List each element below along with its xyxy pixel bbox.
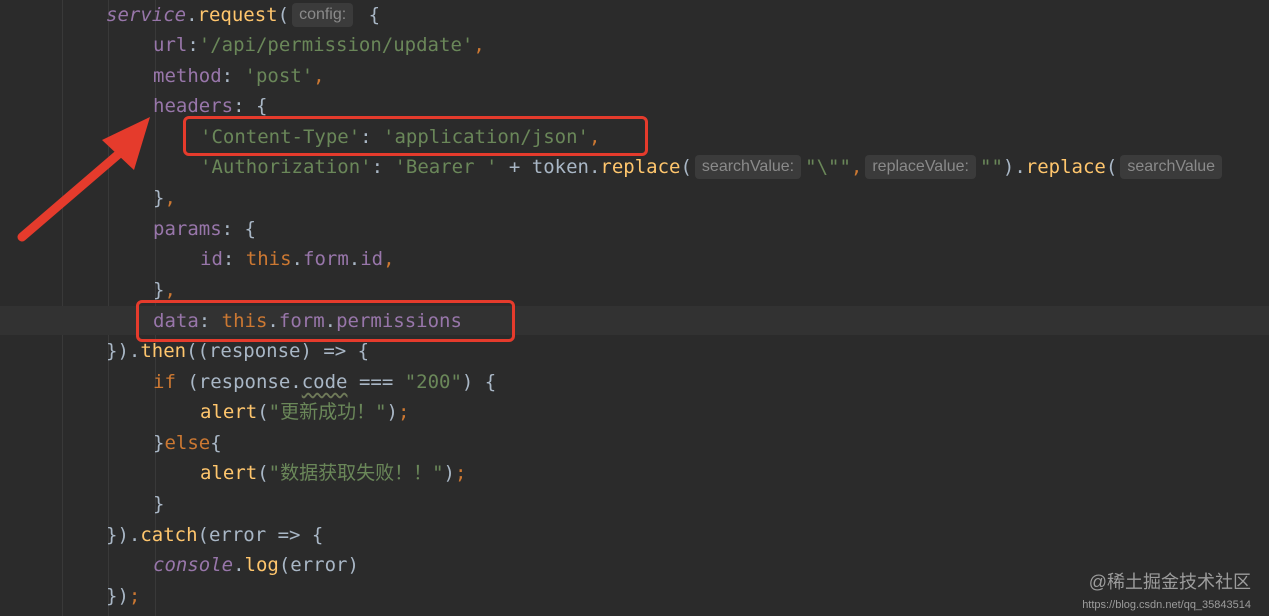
watermark-url: https://blog.csdn.net/qq_35843514 — [1082, 599, 1251, 611]
code-editor[interactable]: service.request(config: { url:'/api/perm… — [0, 0, 1269, 616]
annotation-arrow-icon — [17, 117, 150, 242]
watermark-site: @稀土掘金技术社区 — [1088, 572, 1251, 592]
